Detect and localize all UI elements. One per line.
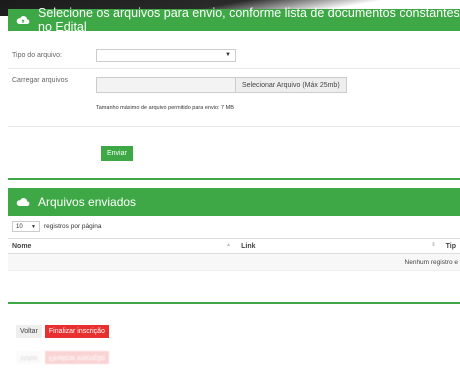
upload-group: Selecionar Arquivo (Máx 25mb) Tamanho má… — [96, 77, 347, 111]
sent-files-panel: Arquivos enviados 10 ▼ registros por pág… — [8, 188, 460, 304]
max-size-hint: Tamanho máximo de arquivo permitido para… — [96, 105, 234, 111]
sort-icon: ⇕ — [431, 242, 436, 248]
actions-reflection: Voltar Finalizar inscrição — [16, 351, 109, 364]
doc-type-label: Tipo do arquivo: — [12, 52, 62, 59]
file-name-field[interactable] — [96, 77, 236, 93]
sent-files-header: Arquivos enviados — [8, 188, 460, 216]
doc-type-select[interactable]: ▼ — [96, 49, 236, 62]
upload-label: Carregar arquivos — [12, 77, 69, 84]
column-header-label: Tip — [445, 242, 456, 250]
send-button[interactable]: Enviar — [101, 146, 133, 161]
doc-type-row: Tipo do arquivo: ▼ — [8, 43, 460, 69]
select-file-button[interactable]: Selecionar Arquivo (Máx 25mb) — [236, 77, 347, 93]
empty-table-message: Nenhum registro e — [8, 253, 460, 271]
finish-button-reflection: Finalizar inscrição — [44, 351, 109, 364]
upload-row: Carregar arquivos Selecionar Arquivo (Má… — [8, 69, 460, 127]
column-header-label: Link — [241, 242, 256, 250]
table-header-row: Nome ▲ Link ⇕ Tip — [8, 238, 460, 254]
sort-icon: ▲ — [226, 242, 232, 248]
cloud-upload-icon — [16, 15, 30, 24]
back-button[interactable]: Voltar — [16, 325, 42, 338]
file-picker: Selecionar Arquivo (Máx 25mb) — [96, 77, 347, 93]
column-header-tipo[interactable]: Tip — [441, 238, 460, 254]
page-length-row: 10 ▼ registros por página — [8, 221, 460, 232]
chevron-down-icon: ▼ — [31, 223, 36, 230]
sent-files-title: Arquivos enviados — [38, 195, 137, 209]
column-header-nome[interactable]: Nome ▲ — [8, 238, 238, 254]
upload-panel-header: Selecione os arquivos para envio, confor… — [8, 6, 460, 34]
page-length-value: 10 — [16, 223, 23, 230]
form-actions: Voltar Finalizar inscrição — [16, 325, 109, 338]
upload-panel-title: Selecione os arquivos para envio, confor… — [38, 6, 460, 34]
column-header-link[interactable]: Link ⇕ — [237, 238, 442, 254]
chevron-down-icon: ▼ — [225, 52, 231, 58]
column-header-label: Nome — [12, 242, 32, 250]
upload-panel: Selecione os arquivos para envio, confor… — [8, 6, 460, 180]
cloud-icon — [16, 197, 30, 206]
sent-files-table: Nome ▲ Link ⇕ Tip Nenhum registro e — [8, 238, 460, 271]
table-row: Nenhum registro e — [8, 253, 460, 271]
page-length-select[interactable]: 10 ▼ — [12, 221, 40, 232]
back-button-reflection: Voltar — [16, 351, 42, 364]
page-length-label: registros por página — [44, 223, 102, 230]
finish-registration-button[interactable]: Finalizar inscrição — [44, 325, 109, 338]
